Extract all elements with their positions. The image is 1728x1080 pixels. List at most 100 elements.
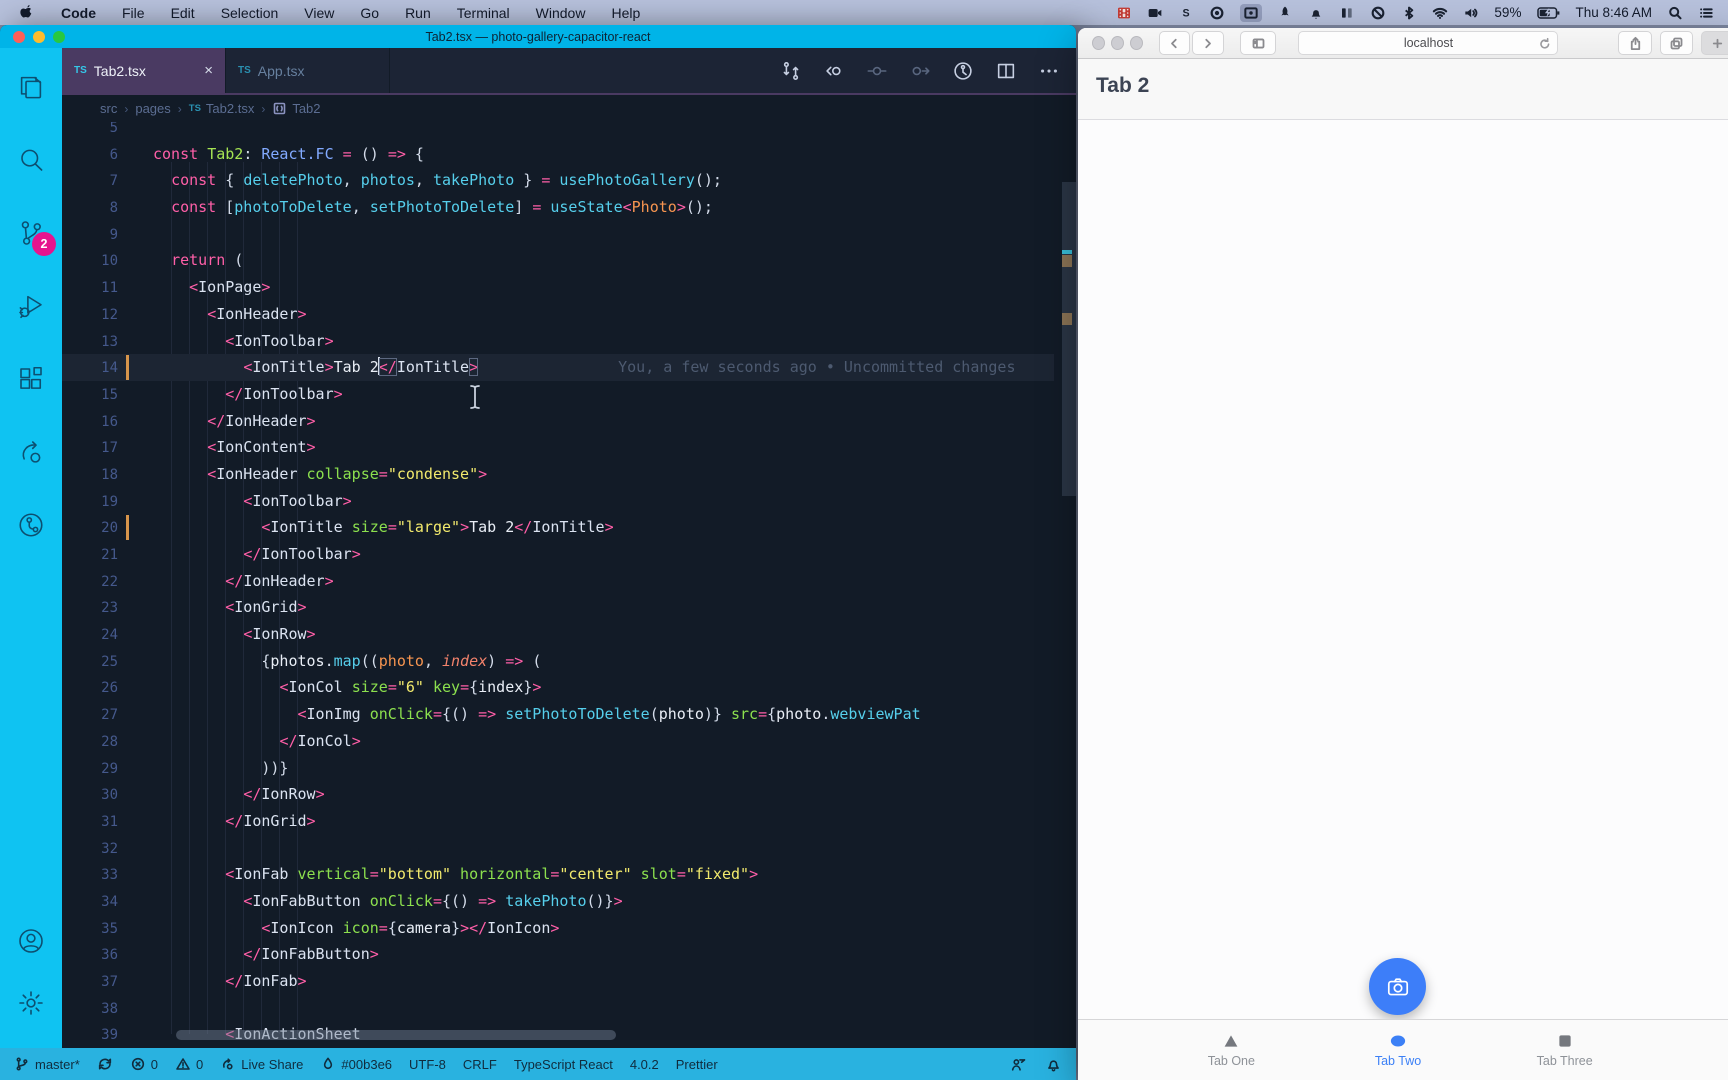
code-line[interactable]: 24 <IonRow> <box>62 621 1054 648</box>
menu-status-text[interactable]: 59% <box>1494 5 1521 20</box>
status-battery-icon[interactable] <box>1536 1 1560 25</box>
status-item--00b3e6[interactable]: #00b3e6 <box>320 1056 392 1072</box>
history-action-button[interactable] <box>952 60 974 82</box>
vertical-scrollbar[interactable] <box>1062 182 1076 496</box>
code-line[interactable]: 16 </IonHeader> <box>62 408 1054 435</box>
zoom-window-button[interactable] <box>53 30 65 43</box>
close-window-button[interactable] <box>13 30 25 43</box>
breadcrumb[interactable]: src › pages › TS Tab2.tsx › Tab2 <box>62 95 1076 122</box>
status-wifi-icon[interactable] <box>1432 5 1448 21</box>
compare-action-button[interactable] <box>780 60 802 82</box>
code-line[interactable]: 33 <IonFab vertical="bottom" horizontal=… <box>62 861 1054 888</box>
status-sglyph-icon[interactable]: S <box>1178 5 1194 21</box>
status-vol-icon[interactable] <box>1463 5 1479 21</box>
status-bell-button[interactable] <box>1045 1056 1062 1073</box>
activity-scm-button[interactable]: 2 <box>14 216 56 256</box>
horizontal-scrollbar[interactable] <box>176 1030 616 1040</box>
activity-account-button[interactable] <box>14 924 48 958</box>
status-searchm-icon[interactable] <box>1667 5 1683 21</box>
status-dnd-icon[interactable] <box>1370 5 1386 21</box>
code-line[interactable]: 28 </IonCol> <box>62 728 1054 755</box>
breadcrumb-item-tab2[interactable]: Tab2 <box>272 101 321 116</box>
code-line[interactable]: 6 const Tab2: React.FC = () => { <box>62 141 1054 168</box>
minimize-window-button[interactable] <box>33 30 45 43</box>
status-item-master-[interactable]: master* <box>14 1056 80 1072</box>
breadcrumb-item-pages[interactable]: pages <box>135 101 170 116</box>
menu-item-file[interactable]: File <box>122 5 145 21</box>
activity-debug-button[interactable] <box>14 289 48 323</box>
code-line[interactable]: 17 <IonContent> <box>62 434 1054 461</box>
menu-item-view[interactable]: View <box>304 5 334 21</box>
status-feedback-button[interactable] <box>1010 1056 1027 1073</box>
tab-overview-button[interactable] <box>1659 31 1693 55</box>
breadcrumb-item-tab2.tsx[interactable]: TS Tab2.tsx <box>189 101 255 116</box>
close-window-button[interactable] <box>1092 36 1105 50</box>
code-line[interactable]: 22 </IonHeader> <box>62 568 1054 595</box>
menu-status-text[interactable]: Thu 8:46 AM <box>1575 5 1652 20</box>
sidebar-toggle-button[interactable] <box>1239 31 1277 55</box>
zoom-window-button[interactable] <box>1130 36 1143 50</box>
activity-search-button[interactable] <box>14 143 48 177</box>
status-bt-icon[interactable] <box>1401 5 1417 21</box>
code-line[interactable]: 29 ))} <box>62 755 1054 782</box>
code-line[interactable]: 35 <IonIcon icon={camera}></IonIcon> <box>62 915 1054 942</box>
menu-item-edit[interactable]: Edit <box>171 5 195 21</box>
status-cam-icon[interactable] <box>1147 5 1163 21</box>
code-line[interactable]: 31 </IonGrid> <box>62 808 1054 835</box>
activity-files-button[interactable] <box>14 70 48 104</box>
menu-item-help[interactable]: Help <box>611 5 640 21</box>
status-item-sync[interactable] <box>97 1056 113 1072</box>
back-button[interactable] <box>1159 31 1191 55</box>
menu-item-code[interactable]: Code <box>61 5 96 21</box>
code-line[interactable]: 27 <IonImg onClick={() => setPhotoToDele… <box>62 701 1054 728</box>
code-line[interactable]: 7 const { deletePhoto, photos, takePhoto… <box>62 167 1054 194</box>
status-item-crlf[interactable]: CRLF <box>463 1057 497 1072</box>
code-line[interactable]: 26 <IonCol size="6" key={index}> <box>62 674 1054 701</box>
menu-item-go[interactable]: Go <box>360 5 379 21</box>
code-line[interactable]: 37 </IonFab> <box>62 968 1054 995</box>
status-cc-icon[interactable] <box>1698 5 1714 21</box>
code-line[interactable]: 30 </IonRow> <box>62 781 1054 808</box>
code-line[interactable]: 13 <IonToolbar> <box>62 328 1054 355</box>
code-line[interactable]: 9 <box>62 221 1054 248</box>
status-screenrec-icon[interactable] <box>1240 3 1263 22</box>
code-line[interactable]: 23 <IonGrid> <box>62 594 1054 621</box>
status-item-utf-8[interactable]: UTF-8 <box>409 1057 446 1072</box>
code-line[interactable]: 20 <IonTitle size="large">Tab 2</IonTitl… <box>62 514 1054 541</box>
code-line[interactable]: 11 <IonPage> <box>62 274 1054 301</box>
status-item-0[interactable]: 0 <box>175 1056 203 1072</box>
vscode-title-bar[interactable]: Tab2.tsx — photo-gallery-capacitor-react <box>0 25 1076 48</box>
status-item-typescript-react[interactable]: TypeScript React <box>514 1057 613 1072</box>
status-splitbars-icon[interactable] <box>1339 5 1355 21</box>
minimize-window-button[interactable] <box>1111 36 1124 50</box>
status-item-4-0-2[interactable]: 4.0.2 <box>630 1057 659 1072</box>
code-line[interactable]: 36 </IonFabButton> <box>62 941 1054 968</box>
new-tab-button[interactable] <box>1700 31 1728 55</box>
split-action-button[interactable] <box>995 60 1017 82</box>
apple-menu[interactable] <box>18 4 35 21</box>
menu-item-terminal[interactable]: Terminal <box>457 5 510 21</box>
activity-ext-button[interactable] <box>14 362 48 396</box>
status-item-prettier[interactable]: Prettier <box>676 1057 718 1072</box>
activity-gitlens-button[interactable] <box>14 508 48 542</box>
take-photo-fab-button[interactable] <box>1369 958 1426 1015</box>
breadcrumb-item-src[interactable]: src <box>100 101 117 116</box>
code-line[interactable]: 14 <IonTitle>Tab 2</IonTitle> You, a few … <box>62 354 1054 381</box>
address-bar[interactable]: localhost <box>1298 31 1559 55</box>
share-button[interactable] <box>1618 31 1652 55</box>
code-line[interactable]: 18 <IonHeader collapse="condense"> <box>62 461 1054 488</box>
code-line[interactable]: 8 const [photoToDelete, setPhotoToDelete… <box>62 194 1054 221</box>
activity-liveshare-button[interactable] <box>14 435 48 469</box>
forward-button[interactable] <box>1192 31 1224 55</box>
ion-tab-tab-two[interactable]: Tab Two <box>1315 1020 1482 1080</box>
code-editor[interactable]: 5 6 const Tab2: React.FC = () => {7 const … <box>62 122 1076 1048</box>
code-line[interactable]: 10 return ( <box>62 247 1054 274</box>
menu-item-window[interactable]: Window <box>536 5 586 21</box>
code-line[interactable]: 5 <box>62 122 1054 141</box>
code-line[interactable]: 15 </IonToolbar> <box>62 381 1054 408</box>
status-film-icon[interactable] <box>1116 5 1132 21</box>
status-item-live-share[interactable]: Live Share <box>220 1056 303 1072</box>
activity-gear-button[interactable] <box>14 986 48 1020</box>
close-tab-icon[interactable]: × <box>204 62 213 79</box>
prevchange-action-button[interactable] <box>823 60 845 82</box>
